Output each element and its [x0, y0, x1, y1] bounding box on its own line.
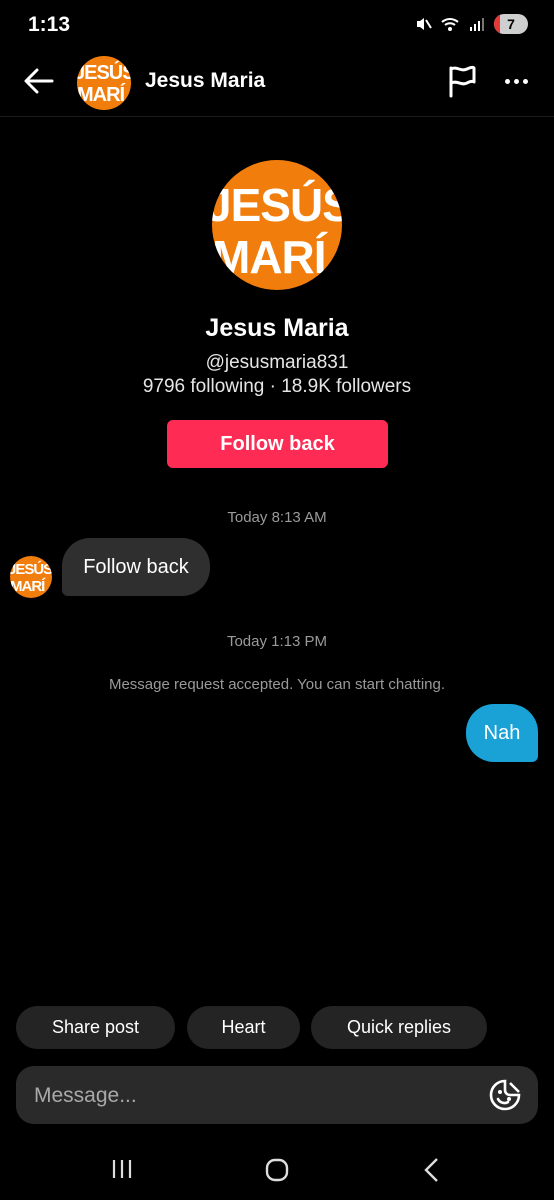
mute-icon — [417, 18, 432, 30]
profile-stats: 9796 following · 18.9K followers — [142, 376, 412, 397]
header-avatar[interactable]: JESÚS MARÍ — [77, 56, 131, 110]
report-button[interactable] — [446, 64, 478, 98]
follow-back-button[interactable]: Follow back — [167, 420, 388, 468]
outgoing-message-bubble[interactable]: Nah — [466, 704, 538, 762]
message-timestamp: Today 1:13 PM — [226, 633, 328, 650]
status-bar: 1:13 7 — [0, 0, 554, 50]
back-nav-icon[interactable] — [422, 1157, 442, 1183]
quick-replies-chip[interactable]: Quick replies — [311, 1006, 487, 1049]
more-options-button[interactable] — [500, 70, 532, 92]
home-icon[interactable] — [265, 1158, 289, 1182]
profile-avatar[interactable]: JESÚS MARÍ — [212, 160, 342, 290]
sender-avatar[interactable]: JESÚS MARÍ — [10, 556, 52, 598]
share-post-chip[interactable]: Share post — [16, 1006, 175, 1049]
status-icons: 7 — [414, 14, 528, 34]
incoming-message-bubble[interactable]: Follow back — [62, 538, 210, 596]
battery-level: 7 — [507, 16, 515, 32]
recent-apps-icon[interactable] — [110, 1158, 134, 1180]
back-button[interactable] — [22, 64, 56, 98]
dot-icon — [522, 78, 528, 84]
system-navigation-bar — [0, 1140, 554, 1200]
status-time: 1:13 — [28, 13, 71, 36]
wifi-icon — [441, 18, 459, 31]
flag-icon — [449, 65, 476, 98]
signal-icon — [470, 18, 484, 31]
system-message: Message request accepted. You can start … — [108, 676, 446, 693]
message-input[interactable] — [32, 1066, 476, 1126]
dot-icon — [504, 78, 510, 84]
message-timestamp: Today 8:13 AM — [227, 509, 327, 526]
heart-chip[interactable]: Heart — [187, 1006, 300, 1049]
message-composer — [16, 1066, 538, 1126]
profile-name: Jesus Maria — [205, 314, 349, 342]
profile-handle: @jesusmaria831 — [205, 352, 349, 373]
arrow-left-icon — [24, 68, 54, 94]
dot-icon — [513, 78, 519, 84]
chat-header: JESÚS MARÍ Jesus Maria — [0, 50, 554, 117]
battery-indicator: 7 — [494, 14, 528, 34]
emoji-icon — [489, 1079, 521, 1111]
header-title[interactable]: Jesus Maria — [145, 69, 265, 93]
emoji-button[interactable] — [488, 1078, 522, 1112]
